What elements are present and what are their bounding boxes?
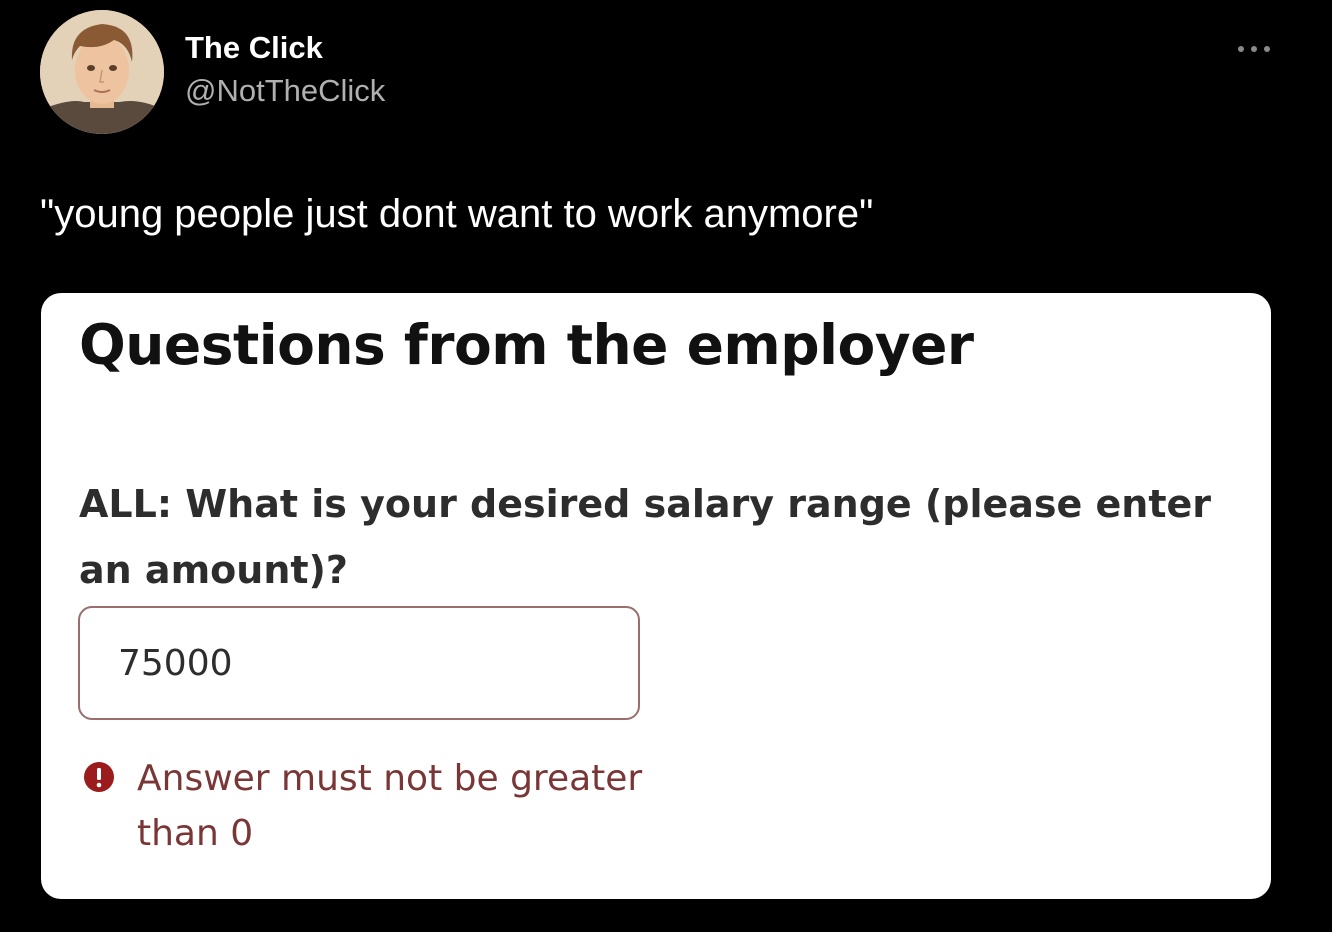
salary-question-label: ALL: What is your desired salary range (…	[79, 482, 1212, 592]
form-heading: Questions from the employer	[79, 313, 974, 377]
avatar-portrait-icon	[40, 10, 164, 134]
author-display-name[interactable]: The Click	[185, 30, 323, 66]
avatar[interactable]	[40, 10, 164, 134]
more-horizontal-icon[interactable]	[1236, 40, 1272, 56]
tweet-media-screenshot[interactable]: Questions from the employer ALL: What is…	[41, 293, 1271, 899]
author-handle[interactable]: @NotTheClick	[185, 73, 385, 109]
error-circle-icon	[84, 762, 114, 792]
validation-error-message: Answer must not be greater than 0	[137, 758, 643, 854]
salary-answer-input[interactable]	[78, 606, 640, 720]
tweet-text: "young people just dont want to work any…	[40, 192, 874, 236]
